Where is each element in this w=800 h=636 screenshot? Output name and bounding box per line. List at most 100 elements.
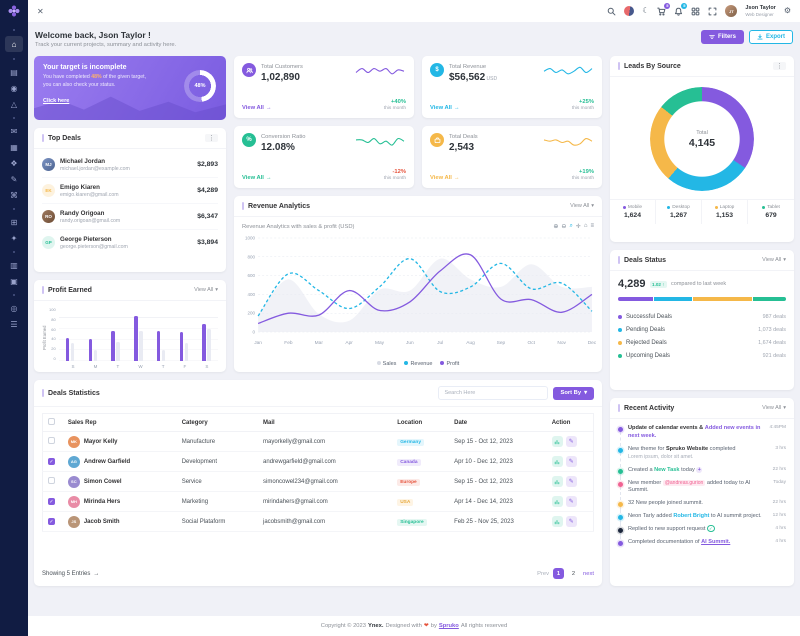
table-search-input[interactable] xyxy=(438,386,548,400)
edit-action-button[interactable]: ✎ xyxy=(566,496,577,507)
sidebar-item-tables[interactable]: ▥ xyxy=(5,258,23,272)
edit-action-button[interactable]: ✎ xyxy=(566,516,577,527)
revenue-view-all-dropdown[interactable]: View All▾ xyxy=(570,203,594,209)
stat-view-all-link[interactable]: View All → xyxy=(430,105,460,111)
activity-view-all-dropdown[interactable]: View All▾ xyxy=(762,405,786,411)
arrow-right-icon: → xyxy=(266,105,272,111)
target-click-here-link[interactable]: Click here xyxy=(43,98,69,104)
settings-gear-icon[interactable]: ⚙ xyxy=(784,7,791,15)
chart-action-button[interactable] xyxy=(552,516,563,527)
deal-info: Michael Jordanmichael.jordan@example.com xyxy=(60,158,130,172)
sidebar-item-cards[interactable]: ▣ xyxy=(5,274,23,288)
leads-menu-icon[interactable]: ⋮ xyxy=(773,62,786,70)
stat-sparkline xyxy=(542,133,594,151)
deals-status-row: Pending Deals1,073 deals xyxy=(618,323,786,336)
stat-view-all-link[interactable]: View All → xyxy=(242,175,272,181)
fullscreen-icon[interactable] xyxy=(708,7,717,16)
edit-action-button[interactable]: ✎ xyxy=(566,476,577,487)
pan-icon[interactable]: ✛ xyxy=(576,223,581,230)
users-icon xyxy=(242,63,256,77)
stat-view-all-link[interactable]: View All → xyxy=(430,175,460,181)
sales-rep-name: Mirinda Hers xyxy=(84,499,120,505)
top-deals-menu-icon[interactable]: ⋮ xyxy=(205,134,218,142)
row-checkbox[interactable] xyxy=(48,437,55,444)
profit-y-tick: 20 xyxy=(49,346,56,351)
chart-action-button[interactable] xyxy=(552,496,563,507)
profit-bar xyxy=(89,339,93,361)
sidebar-item-mail[interactable]: ✉ xyxy=(5,124,23,138)
action-buttons: ✎ xyxy=(552,436,588,447)
notifications-icon[interactable]: 5 xyxy=(674,7,683,16)
chart-action-button[interactable] xyxy=(552,436,563,447)
filters-button[interactable]: Filters xyxy=(701,30,744,44)
sidebar-item-jobs[interactable]: ⌘ xyxy=(5,188,23,202)
column-header-date: Date xyxy=(449,414,547,432)
user-avatar[interactable]: JT xyxy=(725,5,737,17)
activity-segment[interactable]: AI Summit. xyxy=(701,539,730,545)
top-deal-row[interactable]: GPGeorge Pietersongeorge.pieterson@gmail… xyxy=(42,230,218,255)
pagination-next[interactable]: next xyxy=(583,571,594,577)
footer-designer-link[interactable]: Spruko xyxy=(439,623,459,629)
deals-status-compare-text: compared to last week xyxy=(671,281,726,287)
top-deal-row[interactable]: EKEmigo Kiarenemigo.kiaren@gmail.com$4,2… xyxy=(42,178,218,204)
sidebar-item-pages[interactable]: ▤ xyxy=(5,65,23,79)
sidebar-item-apps[interactable]: ⊞ xyxy=(5,215,23,229)
profit-y-axis-label: Profit Earned xyxy=(42,307,47,369)
export-button[interactable]: Export xyxy=(749,30,793,44)
row-checkbox[interactable] xyxy=(48,477,55,484)
activity-segment: Neon Tarly added xyxy=(628,513,673,519)
activity-segment: Robert Bright xyxy=(673,513,709,519)
top-deal-row[interactable]: RORandy Origoanrandy.origoan@gmail.com$6… xyxy=(42,204,218,230)
stat-label: Total Revenue xyxy=(449,64,497,70)
sidebar-item-widgets[interactable]: ▦ xyxy=(5,140,23,154)
sidebar-item-forms[interactable]: ✎ xyxy=(5,172,23,186)
sidebar-item-components[interactable]: ❖ xyxy=(5,156,23,170)
chart-menu-icon[interactable]: ≡ xyxy=(590,223,594,230)
sidebar-item-icons[interactable]: ✦ xyxy=(5,231,23,245)
edit-action-button[interactable]: ✎ xyxy=(566,456,577,467)
reset-zoom-icon[interactable]: ⌂ xyxy=(584,223,588,230)
legend-dot xyxy=(762,206,765,209)
stat-view-all-link[interactable]: View All → xyxy=(242,105,272,111)
profit-x-label: T xyxy=(162,364,165,369)
chart-action-button[interactable] xyxy=(552,456,563,467)
profit-x-label: T xyxy=(117,364,120,369)
legend-item-profit[interactable]: Profit xyxy=(440,361,459,367)
legend-item-revenue[interactable]: Revenue xyxy=(404,361,432,367)
zoom-out-icon[interactable]: ⊖ xyxy=(561,223,566,230)
user-menu[interactable]: Json Taylor Web Designer xyxy=(745,5,775,16)
search-icon[interactable] xyxy=(607,7,616,16)
select-all-checkbox[interactable] xyxy=(48,418,55,425)
profit-view-all-dropdown[interactable]: View All▾ xyxy=(194,287,218,293)
top-deal-row[interactable]: MJMichael Jordanmichael.jordan@example.c… xyxy=(42,152,218,178)
app-logo[interactable] xyxy=(0,0,28,22)
status-value: 1,674 deals xyxy=(758,340,786,346)
deal-avatar: RO xyxy=(42,210,55,223)
donut-center-value: 4,145 xyxy=(689,137,715,149)
sidebar-item-landing[interactable]: ☰ xyxy=(5,317,23,331)
selection-zoom-icon[interactable]: ⌕ xyxy=(569,223,572,230)
sidebar-item-crypto[interactable]: ◉ xyxy=(5,81,23,95)
row-checkbox[interactable]: ✓ xyxy=(48,498,55,505)
language-flag-icon[interactable] xyxy=(624,6,634,16)
row-checkbox[interactable]: ✓ xyxy=(48,458,55,465)
deals-status-view-all-dropdown[interactable]: View All▾ xyxy=(762,257,786,263)
sort-by-button[interactable]: Sort By▾ xyxy=(553,387,594,400)
target-percent: 48% xyxy=(91,74,101,80)
cart-icon[interactable]: 5 xyxy=(657,7,666,16)
row-checkbox[interactable]: ✓ xyxy=(48,518,55,525)
sidebar-item-home[interactable]: ⌂ xyxy=(5,36,23,52)
sidebar-item-maps[interactable]: ◎ xyxy=(5,301,23,315)
dark-mode-icon[interactable]: ☾ xyxy=(642,7,649,15)
legend-item-sales[interactable]: Sales xyxy=(377,361,397,367)
sidebar-item-errors[interactable]: △ xyxy=(5,97,23,111)
pagination-prev[interactable]: Prev xyxy=(537,571,549,577)
pagination-page-1[interactable]: 1 xyxy=(553,568,564,579)
edit-action-button[interactable]: ✎ xyxy=(566,436,577,447)
sidebar-toggle-icon[interactable]: ✕ xyxy=(37,7,44,16)
pagination-page-2[interactable]: 2 xyxy=(568,568,579,579)
apps-grid-icon[interactable] xyxy=(691,7,700,16)
zoom-in-icon[interactable]: ⊕ xyxy=(553,223,558,230)
chart-action-button[interactable] xyxy=(552,476,563,487)
deal-amount: $2,893 xyxy=(197,161,218,168)
